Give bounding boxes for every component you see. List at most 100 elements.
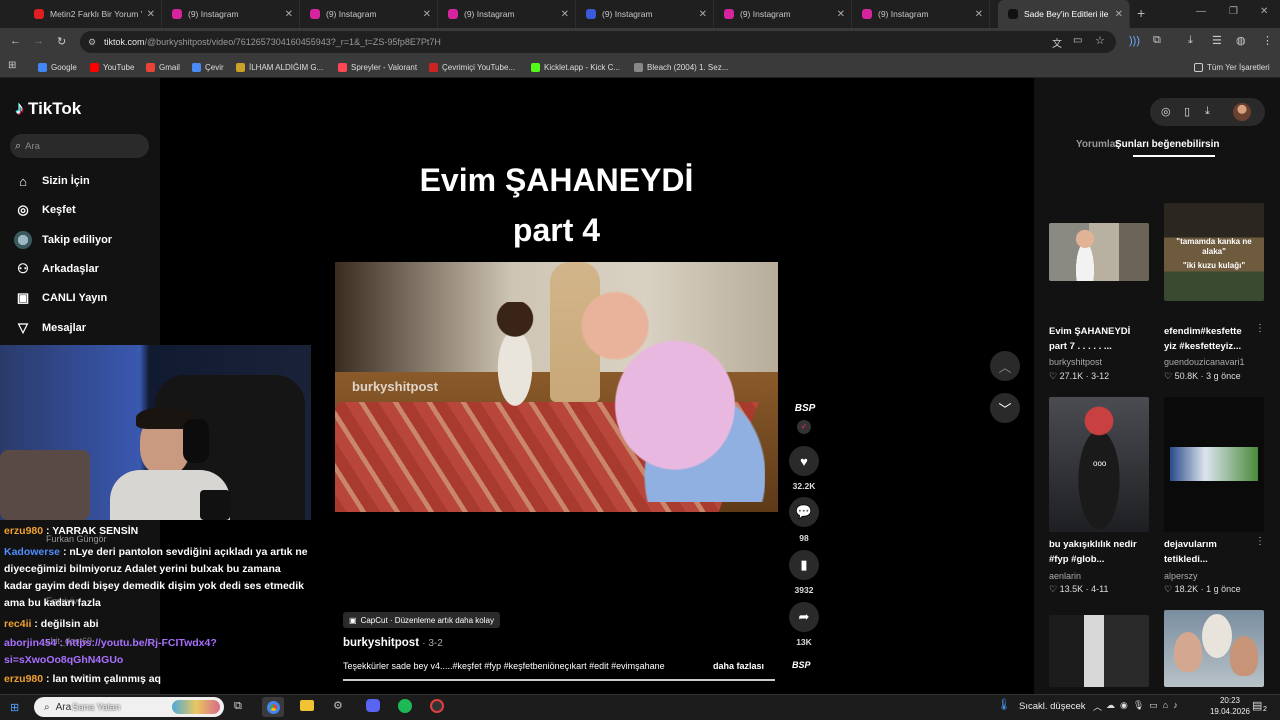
save-button[interactable]: ▮ [789,550,819,580]
tab-close-icon[interactable]: ✕ [423,9,431,20]
suggested-thumb-4[interactable] [1164,397,1264,532]
suggested-title-3[interactable]: bu yakışıklılık nedir #fyp #glob... [1049,537,1149,567]
bookmark-item[interactable]: Çevrimiçi YouTube... [429,56,515,78]
tab-comments[interactable]: Yorumlar [1076,139,1119,150]
close-window-icon[interactable]: ✕ [1260,6,1268,17]
user-avatar[interactable] [1233,103,1251,121]
share-button[interactable]: ➦ [789,602,819,632]
new-tab-button[interactable]: + [1137,5,1145,21]
media-icon[interactable]: ))) [1129,35,1140,47]
site-info-icon[interactable]: ⚙ [88,37,96,48]
capcut-badge[interactable]: ▣ CapCut · Düzenleme artık daha kolay [343,612,500,628]
suggested-thumb-6[interactable] [1164,610,1264,687]
download-video-icon[interactable]: ⤓ [1205,105,1210,118]
nav-item-2[interactable]: ◎ Keşfet [14,198,75,222]
maximize-icon[interactable]: ❐ [1229,6,1238,17]
browser-tab[interactable]: (9) Instagram ✕ [300,0,438,28]
download-icon[interactable]: ⤓ [1188,34,1193,47]
extensions-icon[interactable]: ⧉ [1153,34,1161,47]
more-options-icon[interactable]: ⋮ [1255,536,1265,547]
bsp-avatar[interactable]: BSP [790,403,820,419]
next-video-button[interactable]: ﹀ [990,393,1020,423]
tab-close-icon[interactable]: ✕ [285,9,293,20]
more-link[interactable]: daha fazlası [713,661,764,671]
menu-icon[interactable]: ⋮ [1262,34,1273,47]
clock-date[interactable]: 19.04.2026 [1200,707,1260,716]
bookmark-item[interactable]: Spreyler - Valorant [338,56,417,78]
bookmark-item[interactable]: YouTube [90,56,134,78]
cast-icon[interactable]: ▭ [1073,35,1082,46]
chrome-taskbar-icon[interactable] [262,697,284,717]
previous-video-button[interactable]: ︿ [990,351,1020,381]
browser-tab[interactable]: (9) Instagram ✕ [162,0,300,28]
steam-icon[interactable]: ⚙ [333,699,343,712]
browser-tab[interactable]: (9) Instagram ✕ [714,0,852,28]
minimize-icon[interactable]: — [1196,6,1206,17]
tiktok-logo[interactable]: ♪ TikTok [15,98,81,119]
follow-check-icon[interactable]: ✓ [797,420,811,434]
app-icon[interactable] [430,699,444,713]
like-button[interactable]: ♥ [789,446,819,476]
browser-tab[interactable]: Sade Bey'in Editleri ile Evim... ✕ [998,0,1130,28]
nav-item-3[interactable]: Takip ediliyor [14,228,112,252]
bookmark-item[interactable]: Bleach (2004) 1. Sez... [634,56,728,78]
browser-tab[interactable]: Metin2 Farklı Bir Yorum '! ✕ [24,0,162,28]
music-disc-bsp[interactable]: BSP [792,660,811,670]
tab-close-icon[interactable]: ✕ [837,9,845,20]
spotify-icon[interactable] [398,699,412,713]
start-icon[interactable]: ⊞ [10,701,19,714]
search-input[interactable]: ⌕ Ara [10,134,149,158]
tray-icons[interactable]: ☁◉🎙▭⌂♪ [1106,700,1183,711]
bookmark-item[interactable]: İLHAM ALDIĞIM G... [236,56,323,78]
address-bar[interactable]: tiktok.com/@burkyshitpost/video/76126573… [80,31,1116,53]
reading-list-icon[interactable]: ☰ [1212,34,1222,47]
notification-icon[interactable]: ▤ [1252,699,1262,712]
task-view-icon[interactable]: ⧉ [234,700,242,713]
bookmark-item[interactable]: Çevir [192,56,224,78]
tab-close-icon[interactable]: ✕ [699,9,707,20]
nav-item-4[interactable]: ⚇ Arkadaşlar [14,257,99,281]
suggested-thumb-5[interactable] [1049,615,1149,687]
tab-close-icon[interactable]: ✕ [975,9,983,20]
more-options-icon[interactable]: ⋮ [1255,323,1265,334]
nav-item-5[interactable]: ▣ CANLI Yayın [14,286,107,310]
browser-tab[interactable]: (9) Instagram ✕ [852,0,990,28]
bookmark-item[interactable]: Gmail [146,56,180,78]
compass-icon[interactable]: ◎ [1161,105,1171,118]
suggested-thumb-3[interactable]: ooo [1049,397,1149,532]
tab-close-icon[interactable]: ✕ [1115,9,1123,20]
clock-time[interactable]: 20:23 [1205,696,1255,705]
suggested-title-2[interactable]: efendim#kesfette yiz #kesfetteyiz... [1164,324,1252,354]
reload-icon[interactable]: ↻ [57,35,66,48]
tray-chevron-icon[interactable]: ︿ [1093,700,1102,713]
tab-close-icon[interactable]: ✕ [147,9,155,20]
bookmark-item[interactable]: Kicklet.app - Kick C... [531,56,620,78]
video-progress-bar[interactable] [343,679,775,681]
discord-icon[interactable] [366,699,380,712]
all-bookmarks[interactable]: Tüm Yer İşaretleri [1194,56,1270,78]
nav-item-1[interactable]: ⌂ Sizin İçin [14,169,90,193]
suggested-author-2[interactable]: guendouzicanavari1 [1164,357,1245,367]
suggested-author-3[interactable]: aenlarin [1049,571,1081,581]
suggested-thumb-1[interactable] [1049,223,1149,281]
tab-suggested[interactable]: Şunları beğenebilirsin [1115,139,1219,150]
device-icon[interactable]: ▯ [1184,105,1190,118]
weather-icon[interactable]: 🌡 [997,698,1011,711]
suggested-title-1[interactable]: Evim ŞAHANEYDİ part 7 . . . . . ... [1049,324,1149,354]
nav-item-6[interactable]: ▽ Mesajlar [14,316,86,340]
translate-icon[interactable]: 文 [1052,35,1062,50]
bookmark-star-icon[interactable]: ☆ [1095,34,1105,47]
profile-icon[interactable]: ◍ [1236,34,1246,47]
tab-close-icon[interactable]: ✕ [561,9,569,20]
suggested-author-4[interactable]: alperszy [1164,571,1198,581]
taskbar-search[interactable]: ⌕ Ara [34,697,224,717]
browser-tab[interactable]: (9) Instagram ✕ [438,0,576,28]
comment-button[interactable]: 💬 [789,497,819,527]
suggested-thumb-2[interactable]: "tamamda kanka ne alaka" "iki kuzu kulağ… [1164,203,1264,301]
apps-grid-icon[interactable]: ⊞ [8,60,16,71]
back-icon[interactable]: ← [10,35,21,47]
video-player[interactable]: burkyshitpost [335,262,778,512]
forward-icon[interactable]: → [33,35,44,47]
video-author[interactable]: burkyshitpost [343,637,419,649]
suggested-title-4[interactable]: dejavularım tetikledi... [1164,537,1252,567]
